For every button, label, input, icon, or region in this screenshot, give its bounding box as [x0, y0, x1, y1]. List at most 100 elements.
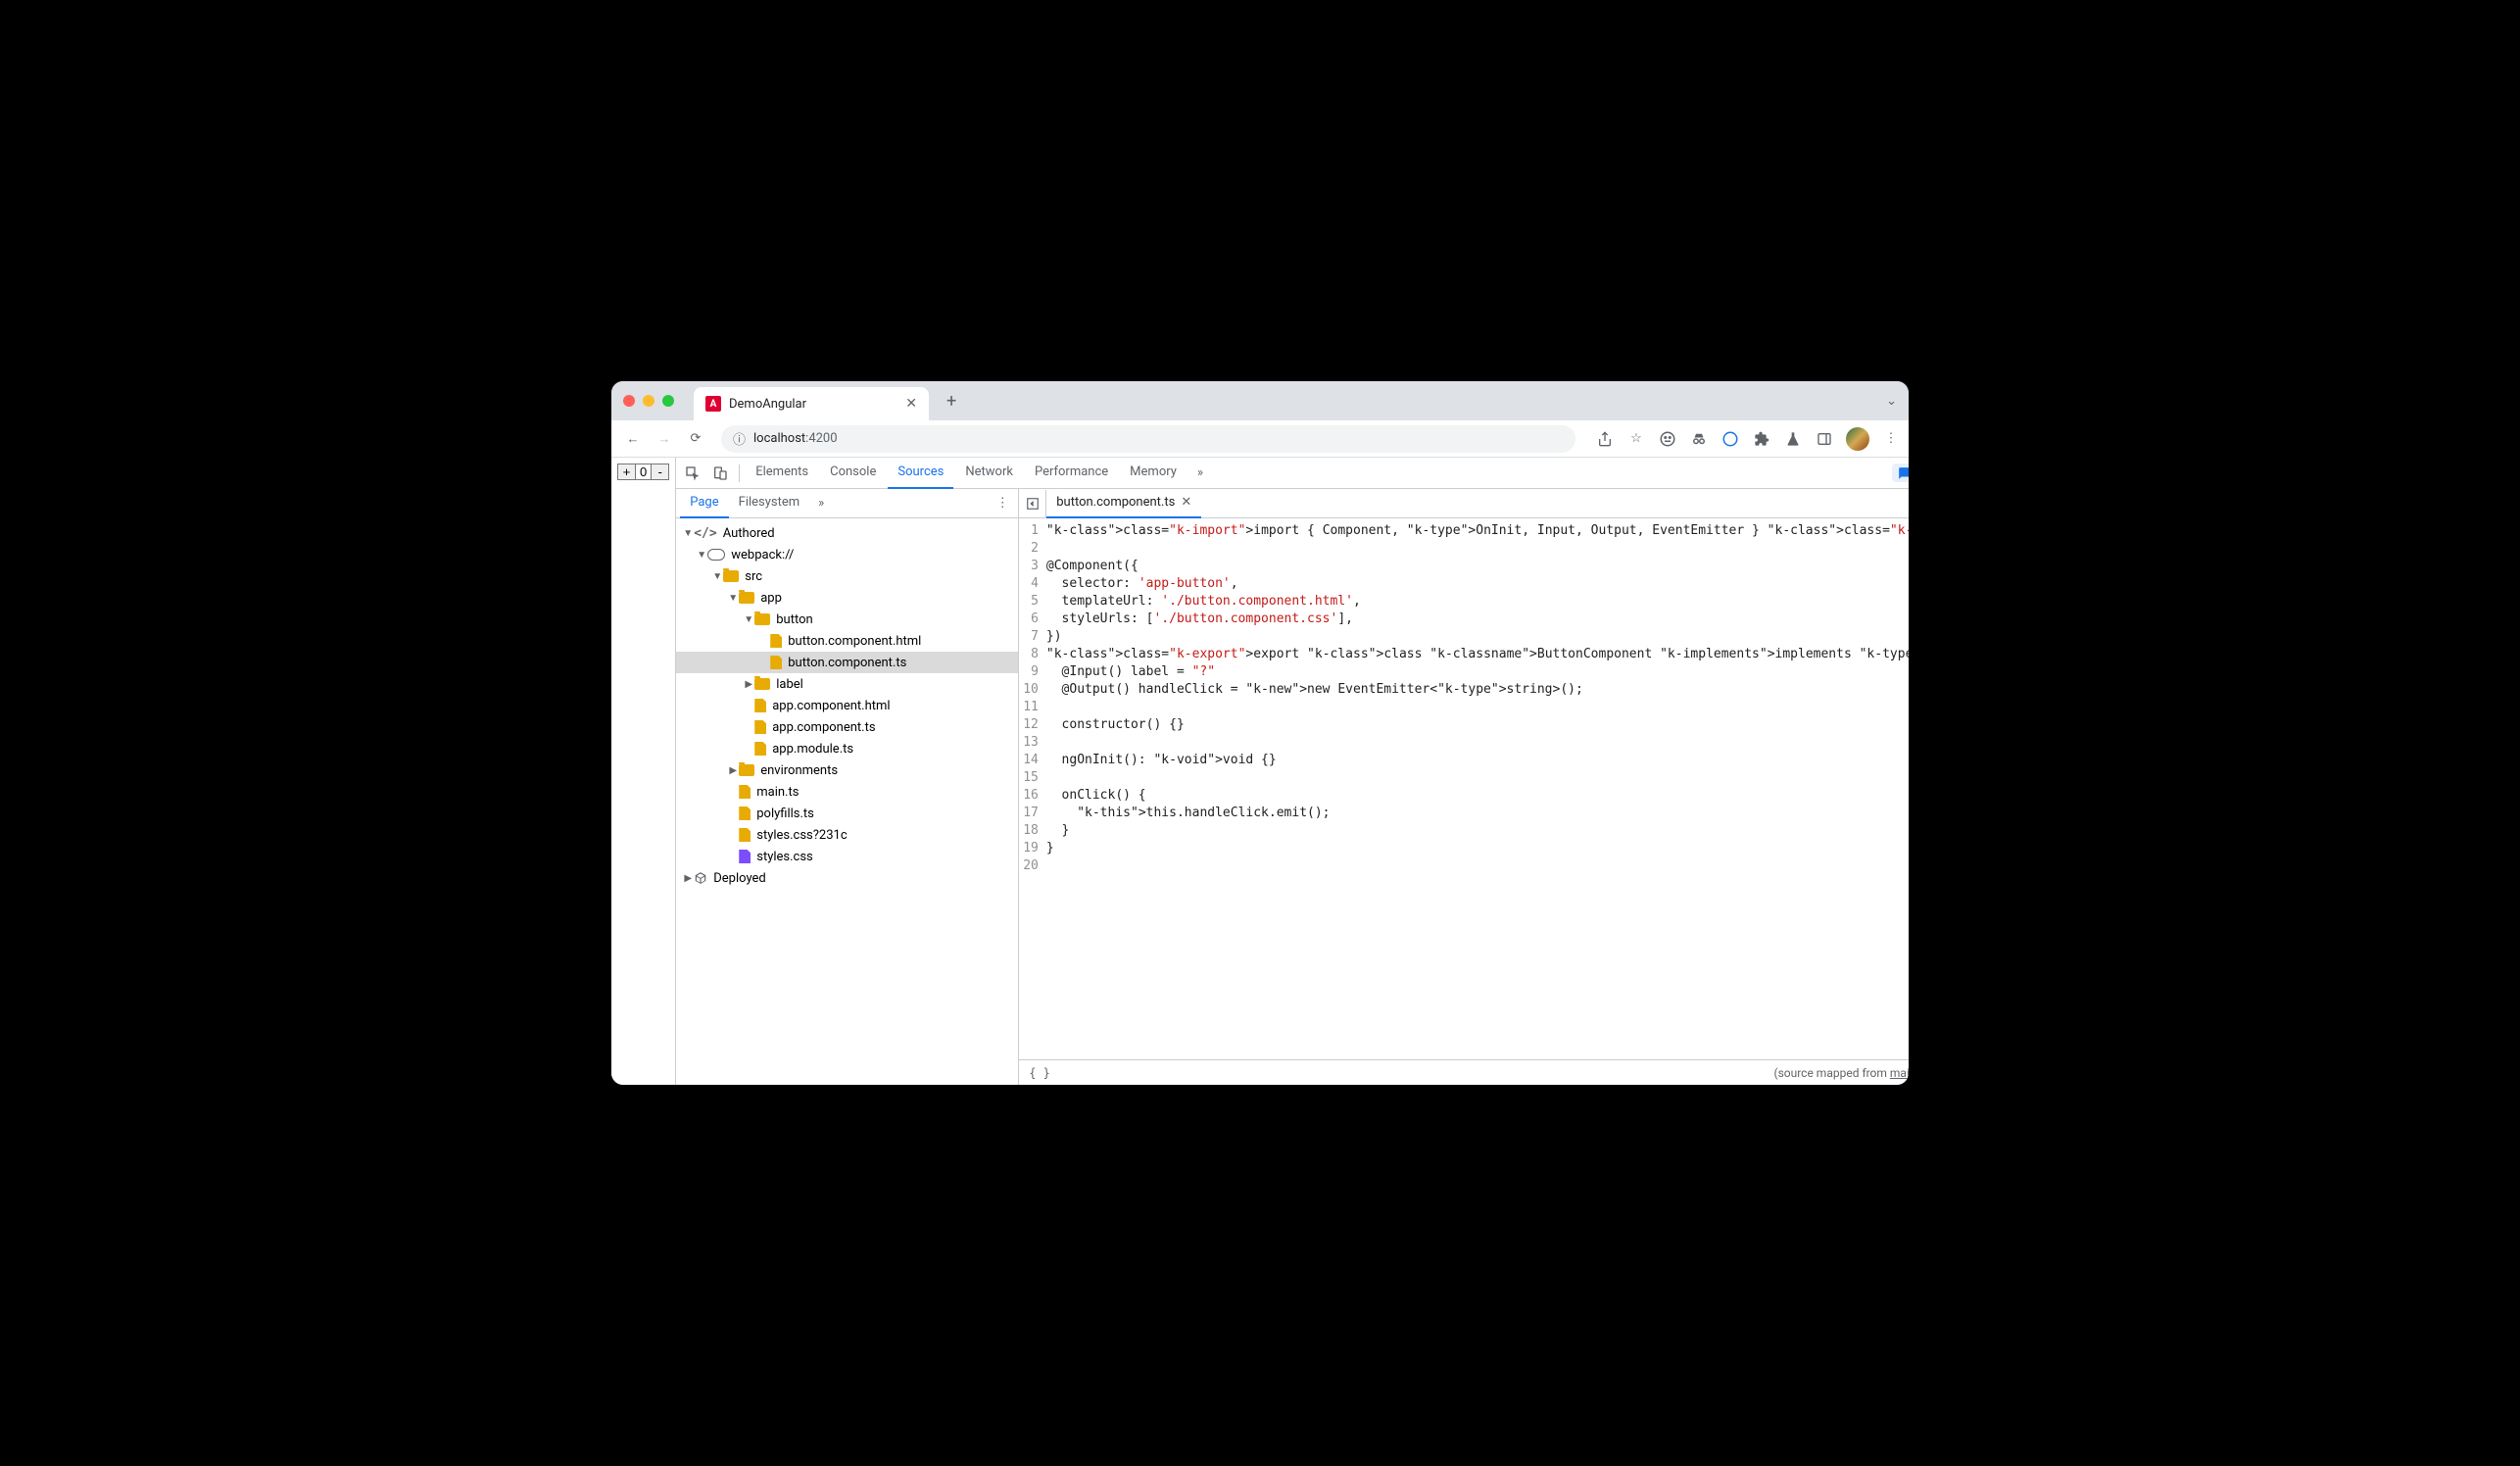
devtools-panel: Elements Console Sources Network Perform…	[676, 458, 1909, 1085]
browser-tab[interactable]: A DemoAngular ✕	[694, 387, 929, 420]
back-button[interactable]: ←	[619, 425, 647, 453]
tree-app-module[interactable]: app.module.ts	[676, 738, 1018, 759]
address-bar[interactable]: ⓘ localhost:4200	[721, 425, 1575, 453]
tree-src[interactable]: ▼src	[676, 565, 1018, 587]
counter-minus-button[interactable]: -	[651, 464, 668, 479]
tree-authored[interactable]: ▼</>Authored	[676, 522, 1018, 544]
tree-button-ts[interactable]: button.component.ts	[676, 652, 1018, 673]
file-icon	[770, 634, 782, 648]
site-info-icon[interactable]: ⓘ	[733, 429, 746, 448]
traffic-lights	[623, 395, 674, 407]
sources-navigator: Page Filesystem » ⋮ ▼</>Authored ▼webpac…	[676, 489, 1019, 1085]
editor-pane: button.component.ts ✕ 1 2 3 4 5 6 7 8 9 …	[1019, 489, 1909, 1085]
tree-app[interactable]: ▼app	[676, 587, 1018, 609]
tab-memory[interactable]: Memory	[1120, 458, 1187, 489]
tree-environments[interactable]: ▶environments	[676, 759, 1018, 781]
editor-status-bar: { } (source mapped from main.js) Coverag…	[1019, 1059, 1909, 1085]
window-maximize-button[interactable]	[662, 395, 674, 407]
tree-main-ts[interactable]: main.ts	[676, 781, 1018, 803]
editor-tab-close-icon[interactable]: ✕	[1181, 495, 1191, 510]
tab-elements[interactable]: Elements	[746, 458, 818, 489]
file-icon	[739, 828, 751, 842]
extensions-puzzle-icon[interactable]	[1752, 429, 1771, 449]
tab-close-button[interactable]: ✕	[905, 396, 917, 412]
folder-icon	[723, 570, 739, 582]
extension-3-icon[interactable]	[1720, 429, 1740, 449]
tree-polyfills[interactable]: polyfills.ts	[676, 803, 1018, 824]
tree-webpack[interactable]: ▼webpack://	[676, 544, 1018, 565]
tab-performance[interactable]: Performance	[1025, 458, 1118, 489]
subtab-filesystem[interactable]: Filesystem	[729, 489, 810, 518]
more-subtabs-icon[interactable]: »	[809, 496, 833, 511]
toolbar-actions: ☆ ⋮	[1595, 427, 1901, 451]
tab-network[interactable]: Network	[955, 458, 1023, 489]
counter-value: 0	[636, 464, 651, 479]
bookmark-star-icon[interactable]: ☆	[1626, 429, 1646, 449]
code-editor[interactable]: 1 2 3 4 5 6 7 8 9 10 11 12 13 14 15 16 1…	[1019, 518, 1909, 1059]
source-map-link[interactable]: main.js	[1890, 1066, 1909, 1080]
file-tree: ▼</>Authored ▼webpack:// ▼src ▼app ▼butt…	[676, 518, 1018, 1085]
folder-icon	[739, 764, 754, 776]
menu-dots-icon[interactable]: ⋮	[1881, 429, 1901, 449]
content-area: + 0 - Elements Console Sources Network P…	[611, 458, 1909, 1085]
tree-styles[interactable]: styles.css	[676, 846, 1018, 867]
counter-plus-button[interactable]: +	[618, 464, 636, 479]
labs-flask-icon[interactable]	[1783, 429, 1803, 449]
folder-icon	[739, 592, 754, 604]
sidepanel-icon[interactable]	[1815, 429, 1834, 449]
reload-button[interactable]: ⟳	[682, 425, 709, 453]
sources-subtabs: Page Filesystem » ⋮	[676, 489, 1018, 518]
subtab-page[interactable]: Page	[680, 489, 728, 518]
tree-button-html[interactable]: button.component.html	[676, 630, 1018, 652]
tree-app-html[interactable]: app.component.html	[676, 695, 1018, 716]
toggle-navigator-icon[interactable]	[1019, 490, 1046, 517]
folder-icon	[754, 678, 770, 690]
file-icon	[754, 742, 766, 756]
tabs-menu-button[interactable]: ⌄	[1886, 394, 1897, 409]
file-icon	[739, 850, 751, 863]
folder-icon	[754, 613, 770, 625]
issues-badge[interactable]: 1	[1892, 464, 1909, 482]
pretty-print-icon[interactable]: { }	[1029, 1066, 1050, 1080]
file-icon	[754, 699, 766, 712]
tab-title: DemoAngular	[729, 397, 897, 412]
counter-widget: + 0 -	[617, 464, 669, 480]
tree-app-ts[interactable]: app.component.ts	[676, 716, 1018, 738]
tree-label-folder[interactable]: ▶label	[676, 673, 1018, 695]
tab-sources[interactable]: Sources	[888, 458, 953, 489]
inspect-element-icon[interactable]	[680, 461, 705, 486]
file-icon	[739, 785, 751, 799]
code-content[interactable]: "k-class">class="k-import">import { Comp…	[1046, 518, 1909, 1059]
share-icon[interactable]	[1595, 429, 1615, 449]
editor-tab-open[interactable]: button.component.ts ✕	[1046, 489, 1201, 518]
file-icon	[739, 806, 751, 820]
new-tab-button[interactable]: +	[946, 391, 956, 412]
cube-icon	[694, 871, 707, 885]
tree-button-folder[interactable]: ▼button	[676, 609, 1018, 630]
toolbar: ← → ⟳ ⓘ localhost:4200 ☆ ⋮	[611, 420, 1909, 458]
file-icon	[754, 720, 766, 734]
navigator-menu-icon[interactable]: ⋮	[991, 496, 1014, 511]
tree-styles-q[interactable]: styles.css?231c	[676, 824, 1018, 846]
devtools-body: Page Filesystem » ⋮ ▼</>Authored ▼webpac…	[676, 489, 1909, 1085]
editor-tab-title: button.component.ts	[1056, 495, 1175, 510]
window-minimize-button[interactable]	[643, 395, 654, 407]
more-tabs-icon[interactable]: »	[1188, 465, 1212, 480]
editor-tabbar: button.component.ts ✕	[1019, 489, 1909, 518]
line-gutter: 1 2 3 4 5 6 7 8 9 10 11 12 13 14 15 16 1…	[1019, 518, 1046, 1059]
page-viewport: + 0 -	[611, 458, 676, 1085]
angular-favicon: A	[705, 396, 721, 412]
profile-avatar[interactable]	[1846, 427, 1869, 451]
device-toggle-icon[interactable]	[707, 461, 733, 486]
titlebar: A DemoAngular ✕ + ⌄	[611, 381, 1909, 420]
cloud-icon	[707, 549, 725, 561]
extension-1-icon[interactable]	[1658, 429, 1677, 449]
window-close-button[interactable]	[623, 395, 635, 407]
tab-console[interactable]: Console	[820, 458, 886, 489]
forward-button[interactable]: →	[651, 425, 678, 453]
file-icon	[770, 656, 782, 669]
extension-incognito-icon[interactable]	[1689, 429, 1709, 449]
browser-window: A DemoAngular ✕ + ⌄ ← → ⟳ ⓘ localhost:42…	[611, 381, 1909, 1085]
tree-deployed[interactable]: ▶Deployed	[676, 867, 1018, 889]
devtools-tabbar: Elements Console Sources Network Perform…	[676, 458, 1909, 489]
